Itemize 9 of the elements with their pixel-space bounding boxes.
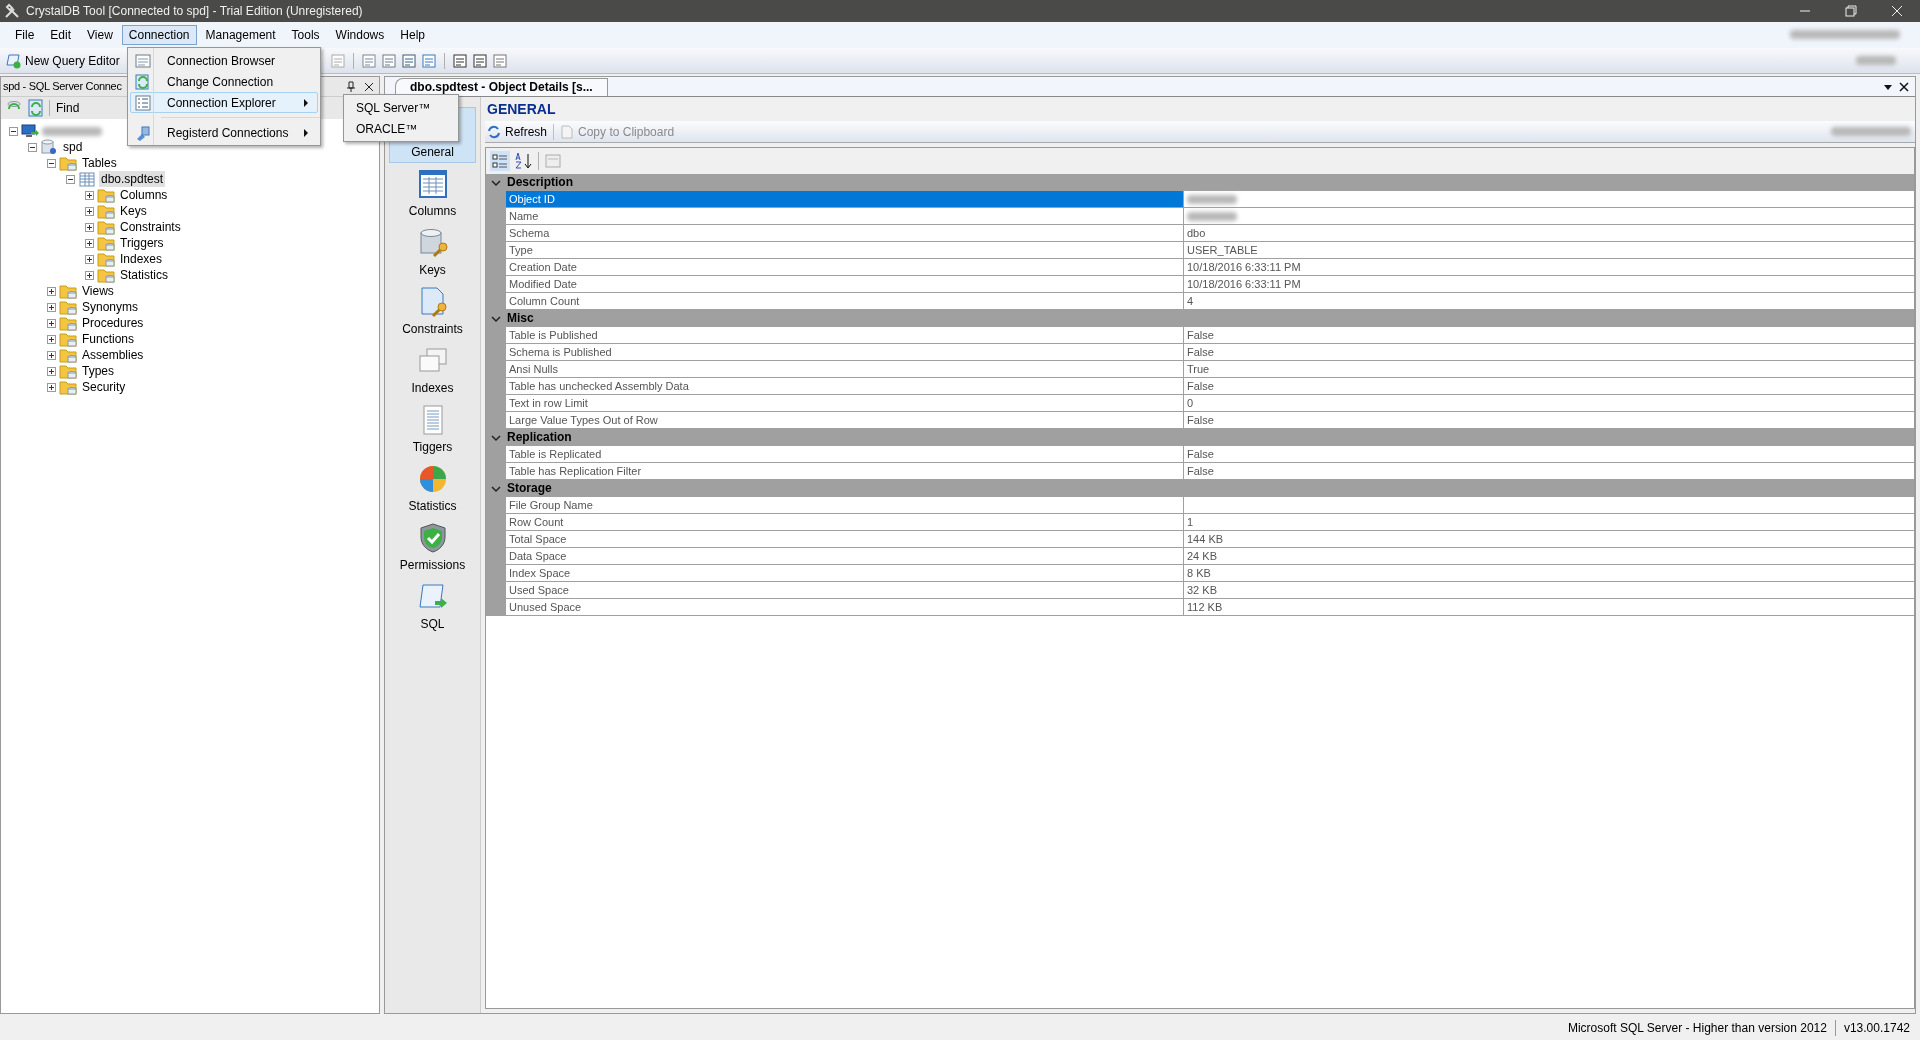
window-title: CrystalDB Tool [Connected to spd] - Trial Edition (Unregistered) (26, 3, 363, 20)
menu-item-label: Connection Explorer (167, 94, 276, 112)
page-heading: GENERAL (487, 99, 556, 119)
panel-title: spd - SQL Server Connec (3, 79, 122, 95)
menu-item-label: Connection Browser (167, 52, 276, 70)
menu-item-label: Registerd Connections (167, 124, 289, 142)
status-text: Microsoft SQL Server - Higher than version 2012 (1567, 1020, 1827, 1037)
status-text: v13.00.1742 (1843, 1020, 1910, 1037)
menu-item-label: Change Connection (167, 73, 274, 91)
